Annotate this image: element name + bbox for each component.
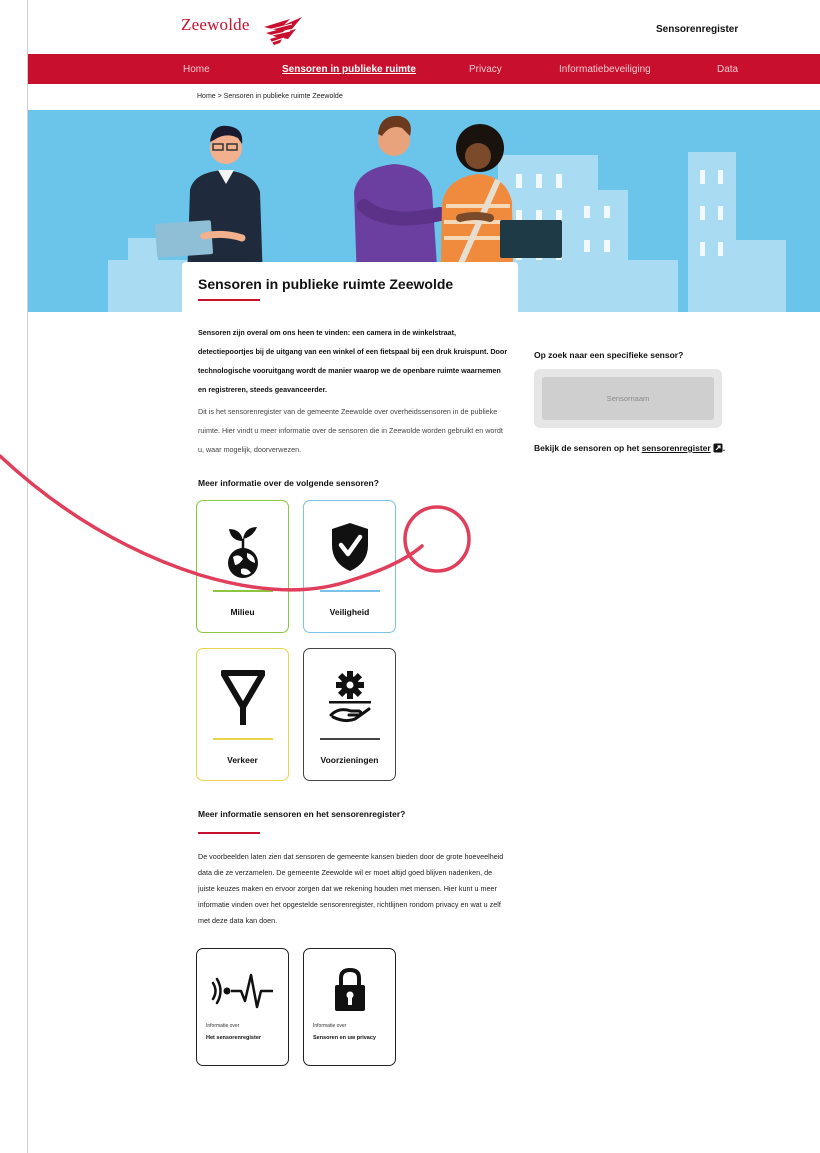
shield-check-icon [331, 523, 368, 571]
page-title: Sensoren in publieke ruimte Zeewolde [198, 276, 454, 292]
nav-item-informatiebeveiliging[interactable]: Informatiebeveiliging [559, 64, 651, 75]
register-paragraph: De voorbeelden laten zien dat sensoren d… [198, 852, 504, 925]
tile-veiligheid[interactable]: Veiligheid [303, 500, 396, 633]
section-sensors-title: Meer informatie over de volgende sensore… [198, 478, 379, 488]
section-underline [198, 832, 260, 834]
sensor-search-heading: Op zoek naar een specifieke sensor? [534, 350, 684, 360]
tile-privacy[interactable]: Informatie over Sensoren en uw privacy [303, 948, 396, 1066]
tile-label-privacy: Sensoren en uw privacy [313, 1035, 376, 1041]
main-nav: Home Sensoren in publieke ruimte Privacy… [28, 54, 820, 84]
title-card [182, 262, 518, 322]
breadcrumb: Home > Sensoren in publieke ruimte Zeewo… [197, 93, 343, 100]
tile-divider [320, 590, 380, 592]
tile-verkeer[interactable]: Verkeer [196, 648, 289, 781]
sensor-search-input[interactable] [542, 377, 714, 420]
site-header: Zeewolde Sensorenregister [0, 0, 820, 54]
tile-label-milieu: Milieu [230, 607, 255, 617]
sensorenregister-link[interactable]: sensorenregister [642, 443, 711, 453]
sensor-signal-icon [211, 973, 273, 1009]
register-link-text: Bekijk de sensoren op het sensorenregist… [534, 443, 725, 453]
tile-divider [213, 590, 273, 592]
sensor-search-box [534, 369, 722, 428]
tile-label-voorzieningen: Voorzieningen [320, 755, 379, 765]
nav-item-privacy[interactable]: Privacy [469, 64, 502, 75]
nav-item-home[interactable]: Home [183, 64, 210, 75]
register-link-prefix: Bekijk de sensoren op het [534, 443, 642, 453]
register-link-suffix: . [722, 443, 726, 453]
tile-sensorenregister[interactable]: Informatie over Het sensorenregister [196, 948, 289, 1066]
yield-sign-icon [220, 670, 265, 725]
external-link-icon[interactable] [713, 443, 723, 453]
tile-divider [213, 738, 273, 740]
nav-item-data[interactable]: Data [717, 64, 738, 75]
tile-label-veiligheid: Veiligheid [329, 607, 370, 617]
tile-small-label: Informatie over [206, 1023, 240, 1029]
tile-voorzieningen[interactable]: Voorzieningen [303, 648, 396, 781]
nav-item-sensoren[interactable]: Sensoren in publieke ruimte [282, 64, 416, 75]
tile-divider [320, 738, 380, 740]
padlock-icon [335, 967, 365, 1011]
zeewolde-logo-icon[interactable] [262, 15, 306, 47]
tile-small-label: Informatie over [313, 1023, 347, 1029]
intro-paragraph: Dit is het sensorenregister van de gemee… [198, 407, 503, 454]
section-register-title: Meer informatie sensoren en het sensoren… [198, 809, 406, 819]
gear-hand-icon [328, 671, 371, 723]
tile-label-sensorenregister: Het sensorenregister [206, 1035, 262, 1041]
earth-plant-icon [227, 527, 258, 578]
title-underline [198, 299, 260, 301]
tile-milieu[interactable]: Milieu [196, 500, 289, 633]
sensorenregister-header-link[interactable]: Sensorenregister [656, 24, 738, 35]
intro-bold-paragraph: Sensoren zijn overal om ons heen te vind… [198, 328, 508, 394]
tile-label-verkeer: Verkeer [227, 755, 258, 765]
logo-text[interactable]: Zeewolde [181, 15, 250, 35]
